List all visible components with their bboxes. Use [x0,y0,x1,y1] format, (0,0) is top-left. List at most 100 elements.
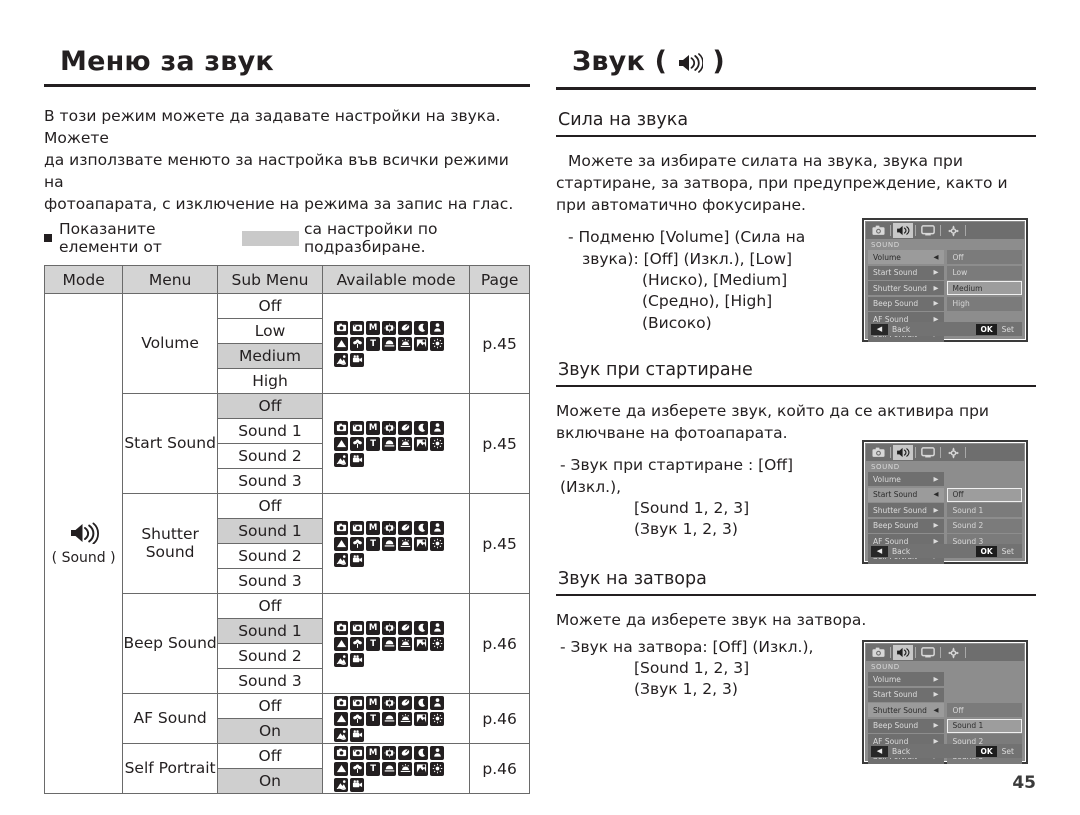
beach-snow-mode-icon [334,352,349,367]
fireworks-mode-icon [430,336,445,351]
dawn-mode-icon [398,636,413,651]
lcd-back-arrow-icon[interactable]: ◀ [871,545,888,557]
lcd-value-option[interactable]: Off [946,250,1022,264]
lcd-menu-item[interactable]: Start Sound ◀ [868,487,944,502]
sub-menu-cell: Medium [216,343,324,370]
chevron-left-icon: ◀ [933,252,939,261]
display-tab-icon[interactable] [918,645,938,660]
available-mode-icon-grid: MT [334,320,458,367]
camera-tab-icon[interactable] [868,445,888,460]
sunset-mode-icon [382,436,397,451]
sound-tab-icon[interactable] [893,445,913,460]
right-column: Звук ( ) Сила на звука Можете за избират… [556,46,1036,701]
lcd-menu-item[interactable]: Shutter Sound ◀ [868,703,944,717]
lcd-menu-item-label: Beep Sound [873,299,919,308]
camera-tab-icon[interactable] [868,223,888,238]
section-volume-paragraph: Можете за избирате силата на звука, звук… [556,150,1036,216]
chevron-right-icon: ▶ [933,521,939,530]
lcd-value-option[interactable]: Sound 1 [946,503,1022,517]
display-tab-icon[interactable] [918,223,938,238]
lcd-ok-button[interactable]: OK [976,745,997,757]
lcd-menu-item[interactable]: Volume ▶ [868,472,944,486]
movie-mode-icon [350,777,365,792]
lcd-value-option[interactable]: Sound 2 [946,518,1022,533]
page-title: Меню за звук [44,47,530,88]
lcd-value-option[interactable]: Medium [946,281,1022,295]
lcd-menu-item[interactable]: Beep Sound ▶ [868,518,944,533]
sub-menu-cell: Sound 3 [216,468,324,495]
camera-tab-icon[interactable] [868,645,888,660]
dis-mode-icon [382,320,397,335]
sub-menu-cell: Off [216,693,324,720]
shutter-bullet-line-2: [Sound 1, 2, 3] [634,659,750,678]
lcd-menu-item[interactable]: Shutter Sound ▶ [868,503,944,517]
portrait-mode-icon [430,320,445,335]
sub-menu-cell: Off [216,593,324,620]
lcd-menu-item[interactable]: Beep Sound ▶ [868,296,944,311]
program-mode-icon [350,620,365,635]
lcd-menu-item[interactable]: Shutter Sound ▶ [868,281,944,295]
landscape-mode-icon [334,436,349,451]
chevron-right-icon: ▶ [933,283,939,292]
lcd-menu-item-label: Start Sound [873,690,918,699]
lcd-menu-item-label: Volume [873,474,901,484]
beach-snow-mode-icon [334,452,349,467]
lcd-menu-item[interactable]: Volume ▶ [868,672,944,686]
close-up-mode-icon [350,536,365,551]
camera-lcd-screen: SOUND Volume ▶ Start Sound ▶ Shutter Sound ◀ Be… [862,640,1028,764]
sound-title-close: ) [712,46,725,77]
portrait-mode-icon [430,420,445,435]
lcd-menu-item[interactable]: Beep Sound ▶ [868,718,944,733]
lcd-value-option[interactable]: High [946,296,1022,311]
text-mode-icon: T [366,336,381,351]
dis-mode-icon [382,620,397,635]
sound-tab-icon[interactable] [893,645,913,660]
backlight-mode-icon [414,536,429,551]
portrait-mode-icon [430,745,445,760]
lcd-ok-button[interactable]: OK [976,545,997,557]
beauty-shot-icon [398,520,413,535]
volume-bullet-line-5: (Високо) [642,313,712,332]
available-mode-cell: MT [322,593,471,695]
night-mode-icon [414,320,429,335]
available-mode-cell: MT [322,493,471,595]
section-shutter-sound-bullet: - Звук на затвора: [Off] (Изкл.), [Sound… [556,637,856,701]
menu-cell: Beep Sound [122,593,218,695]
lcd-value-option[interactable]: Low [946,265,1022,280]
lcd-menu-item[interactable]: Start Sound ▶ [868,687,944,702]
settings-tab-icon[interactable] [943,645,963,660]
menu-cell: AF Sound [122,693,218,745]
beach-snow-mode-icon [334,552,349,567]
intro-line-2: да използвате менюто за настройка във вс… [44,151,509,192]
gray-sample-block [241,230,300,246]
beach-snow-mode-icon [334,652,349,667]
lcd-ok-button[interactable]: OK [976,323,997,335]
intro-line-1: В този режим можете да задавате настройк… [44,107,501,148]
sunset-mode-icon [382,336,397,351]
dis-mode-icon [382,420,397,435]
table-body: ( Sound ) Volume Off M Tp.45 Low Medium High Sta… [43,293,530,795]
sub-menu-cell: Sound 1 [216,418,324,445]
volume-bullet-line-2: звука): [Off] (Изкл.), [Low] [582,249,793,268]
close-up-mode-icon [350,636,365,651]
lcd-menu-item[interactable]: Volume ◀ [868,250,944,264]
default-settings-note: Показаните елементи от са настройки по п… [44,220,530,256]
sound-tab-icon[interactable] [893,223,913,238]
lcd-value-option[interactable]: Sound 1 [946,718,1022,733]
lcd-back-arrow-icon[interactable]: ◀ [871,323,888,335]
settings-tab-icon[interactable] [943,445,963,460]
lcd-value-option[interactable]: Off [946,703,1022,717]
settings-tab-icon[interactable] [943,223,963,238]
shutter-para-line-1: Можете да изберете звук на затвора. [556,610,867,629]
col-header-available: Available mode [322,265,471,295]
lcd-value-option[interactable]: Off [946,487,1022,502]
volume-bullet-line-1: - Подменю [Volume] (Сила на [568,228,806,247]
lcd-bottom-bar: ◀ Back OK Set [868,744,1022,758]
text-mode-icon: T [366,536,381,551]
lcd-tab-bar [866,222,1024,239]
display-tab-icon[interactable] [918,445,938,460]
lcd-menu-item[interactable]: Start Sound ▶ [868,265,944,280]
lcd-back-arrow-icon[interactable]: ◀ [871,745,888,757]
note-text-before: Показаните елементи от [59,220,162,257]
dawn-mode-icon [398,761,413,776]
